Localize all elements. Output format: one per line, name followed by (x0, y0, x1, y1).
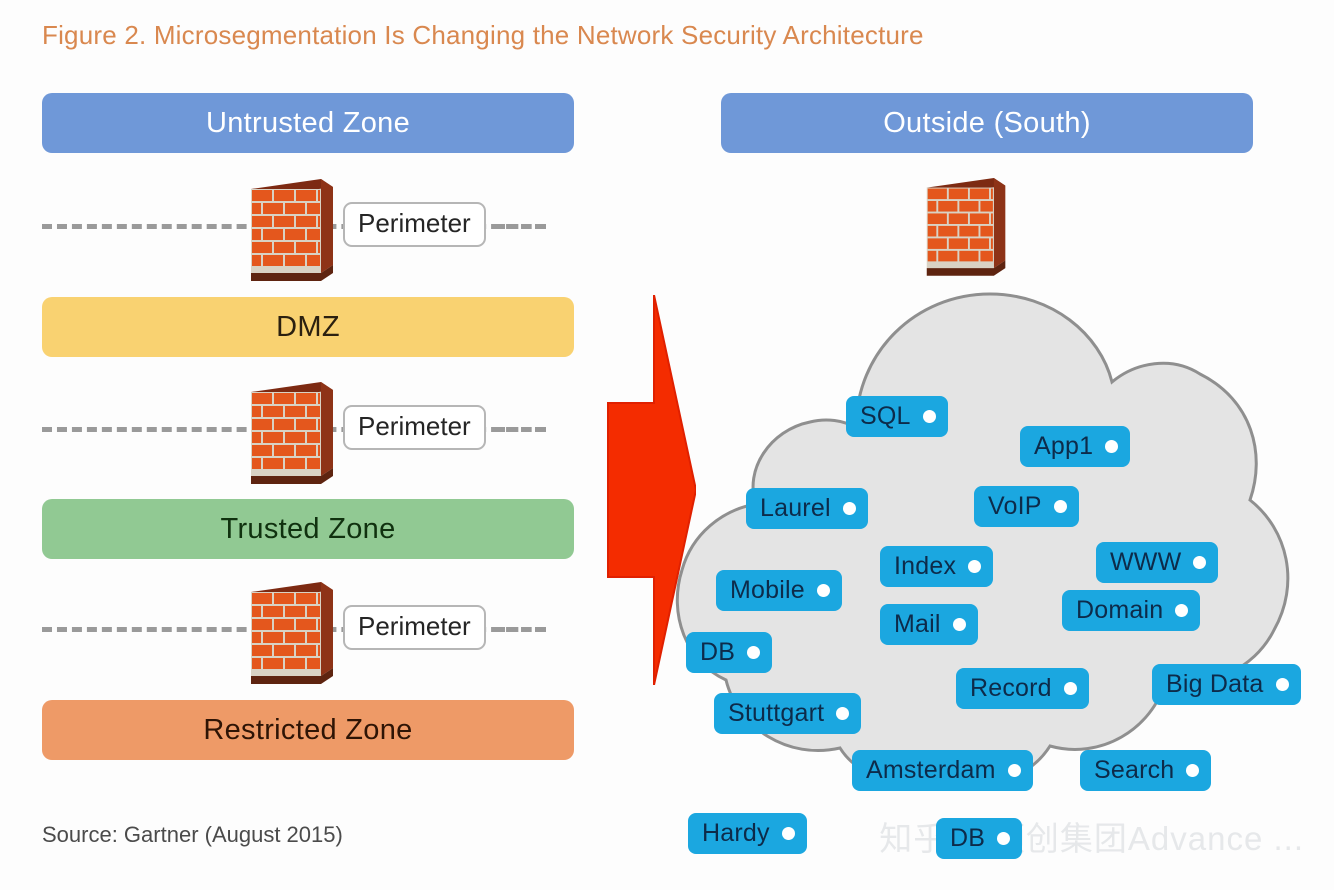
node-label: DB (700, 638, 736, 666)
node-status-dot (781, 827, 795, 840)
zone-label: Outside (South) (883, 106, 1091, 139)
node-pill-amsterdam[interactable]: Amsterdam (852, 750, 1033, 791)
node-label: Stuttgart (728, 699, 825, 727)
brick-firewall-icon (245, 376, 341, 484)
node-pill-search[interactable]: Search (1080, 750, 1212, 791)
node-label: Hardy (702, 819, 770, 847)
node-pill-stuttgart[interactable]: Stuttgart (714, 693, 862, 734)
node-status-dot (1186, 764, 1200, 777)
node-pill-sql[interactable]: SQL (846, 396, 948, 437)
node-label: VoIP (988, 492, 1042, 520)
node-label: Mail (894, 610, 941, 638)
node-label: Domain (1076, 596, 1164, 624)
node-label: Index (894, 552, 957, 580)
node-status-dot (952, 618, 966, 631)
node-label: Laurel (760, 494, 831, 522)
zone-bar-trusted: Trusted Zone (42, 499, 574, 559)
zone-label: Restricted Zone (203, 713, 413, 746)
microsegmented-cloud: SQL App1 Laurel VoIP Index WWW Mobile Ma… (660, 278, 1320, 859)
node-status-dot (1175, 604, 1189, 617)
perimeter-row-1: Perimeter (40, 167, 580, 287)
node-label: Big Data (1166, 670, 1264, 698)
node-pill-record[interactable]: Record (956, 668, 1089, 709)
node-label: DB (950, 824, 986, 852)
node-pill-db-bottom[interactable]: DB (936, 818, 1023, 859)
node-label: Mobile (730, 576, 805, 604)
page-title: Figure 2. Microsegmentation Is Changing … (42, 20, 924, 50)
perimeter-label: Perimeter (343, 405, 486, 450)
node-status-dot (1053, 500, 1067, 513)
node-status-dot (968, 560, 982, 573)
node-pill-mobile[interactable]: Mobile (716, 570, 842, 611)
perimeter-label: Perimeter (343, 202, 486, 247)
zone-label: DMZ (276, 310, 340, 343)
node-status-dot (747, 646, 761, 659)
figure-canvas: Figure 2. Microsegmentation Is Changing … (0, 0, 1334, 890)
zone-bar-outside-south: Outside (South) (721, 93, 1253, 153)
node-status-dot (922, 410, 936, 423)
node-status-dot (816, 584, 830, 597)
node-label: Record (970, 674, 1052, 702)
zone-bar-restricted: Restricted Zone (42, 700, 574, 760)
node-pill-app1[interactable]: App1 (1020, 426, 1131, 467)
node-status-dot (1063, 682, 1077, 695)
perimeter-row-2: Perimeter (40, 370, 580, 490)
node-pill-mail[interactable]: Mail (880, 604, 978, 645)
node-pill-voip[interactable]: VoIP (974, 486, 1079, 527)
node-status-dot (997, 832, 1011, 845)
node-status-dot (1007, 764, 1021, 777)
node-pill-hardy[interactable]: Hardy (688, 813, 807, 854)
node-pill-index[interactable]: Index (880, 546, 994, 587)
node-status-dot (842, 502, 856, 515)
brick-firewall-icon (245, 576, 341, 684)
source-attribution: Source: Gartner (August 2015) (42, 822, 343, 847)
node-label: SQL (860, 402, 911, 430)
node-status-dot (1193, 556, 1207, 569)
perimeter-dashed-tail (495, 427, 545, 432)
node-pill-domain[interactable]: Domain (1062, 590, 1201, 631)
perimeter-dashed-tail (495, 224, 545, 229)
zone-bar-untrusted: Untrusted Zone (42, 93, 574, 153)
zone-label: Untrusted Zone (205, 106, 411, 139)
perimeter-dashed-tail (495, 627, 545, 632)
node-status-dot (1105, 440, 1119, 453)
node-pill-big-data[interactable]: Big Data (1152, 664, 1301, 705)
perimeter-row-3: Perimeter (40, 570, 580, 690)
node-label: App1 (1034, 432, 1094, 460)
brick-firewall-icon (921, 172, 1013, 276)
node-pill-db-left[interactable]: DB (686, 632, 773, 673)
node-label: WWW (1110, 548, 1182, 576)
node-label: Amsterdam (866, 756, 996, 784)
zone-label: Trusted Zone (220, 512, 396, 545)
perimeter-label: Perimeter (343, 605, 486, 650)
node-pill-www[interactable]: WWW (1096, 542, 1219, 583)
node-label: Search (1094, 756, 1175, 784)
node-pill-laurel[interactable]: Laurel (746, 488, 868, 529)
brick-firewall-icon (245, 173, 341, 281)
zone-bar-dmz: DMZ (42, 297, 574, 357)
node-status-dot (836, 707, 850, 720)
node-status-dot (1275, 678, 1289, 691)
